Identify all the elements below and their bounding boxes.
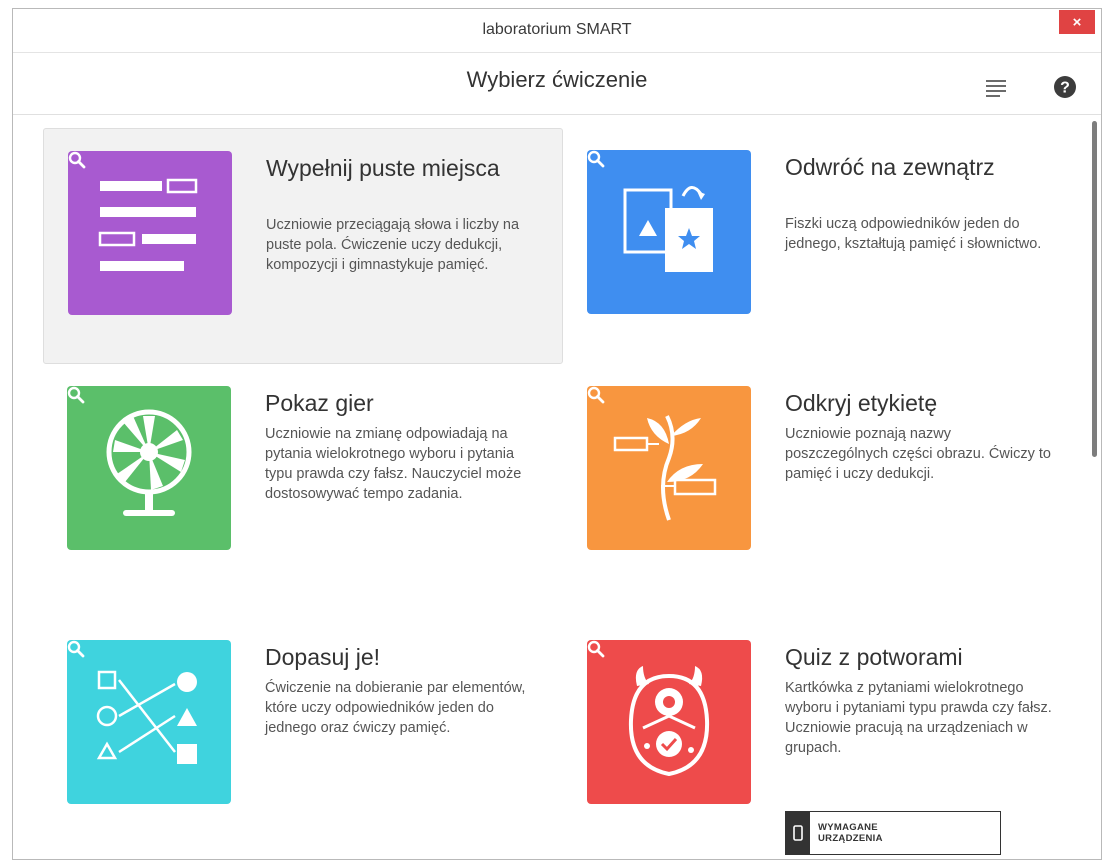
close-button[interactable]: × [1059, 10, 1095, 34]
activity-card-fill-blanks[interactable]: Wypełnij puste miejsca Uczniowie przecią… [43, 128, 563, 364]
activity-card-match[interactable]: Dopasuj je! Ćwiczenie na dobieranie par … [43, 618, 563, 854]
card-title: Odkryj etykietę [785, 390, 938, 416]
fill-blanks-icon [68, 151, 232, 315]
magnifier-icon[interactable] [68, 151, 86, 169]
page-title: Wybierz ćwiczenie [466, 67, 648, 92]
badge-text: WYMAGANE URZĄDZENIA [810, 822, 883, 844]
app-window: laboratorium SMART × Wybierz ćwiczenie ? [12, 8, 1102, 860]
page-header: Wybierz ćwiczenie ? [13, 53, 1101, 115]
monster-icon [587, 640, 751, 804]
magnifier-icon[interactable] [587, 386, 605, 404]
menu-icon[interactable] [985, 77, 1007, 99]
window-title: laboratorium SMART [482, 21, 632, 38]
device-icon [786, 812, 810, 854]
scrollbar-thumb[interactable] [1092, 121, 1097, 457]
card-description: Fiszki uczą odpowiedników jeden do jedne… [785, 216, 1042, 252]
flip-cards-icon [587, 150, 751, 314]
card-description: Uczniowie przeciągają słowa i liczby na … [266, 217, 520, 273]
activity-card-flip[interactable]: Odwróć na zewnątrz Fiszki uczą odpowiedn… [563, 128, 1083, 364]
card-title: Dopasuj je! [265, 644, 381, 670]
title-bar: laboratorium SMART × [13, 9, 1101, 53]
card-title: Quiz z potworami [785, 644, 963, 670]
devices-required-badge: WYMAGANE URZĄDZENIA [785, 811, 1001, 855]
help-icon[interactable]: ? [1053, 75, 1077, 99]
card-title: Odwróć na zewnątrz [785, 154, 995, 180]
card-title: Wypełnij puste miejsca [266, 155, 500, 181]
card-title: Pokaz gier [265, 390, 374, 416]
game-wheel-icon [67, 386, 231, 550]
match-shapes-icon [67, 640, 231, 804]
card-description: Ćwiczenie na dobieranie par elementów, k… [265, 680, 526, 736]
activity-card-game-show[interactable]: Pokaz gier Uczniowie na zmianę odpowiada… [43, 364, 563, 600]
card-description: Kartkówka z pytaniami wielokrotnego wybo… [785, 680, 1052, 756]
label-plant-icon [587, 386, 751, 550]
svg-text:?: ? [1060, 80, 1070, 97]
magnifier-icon[interactable] [67, 386, 85, 404]
magnifier-icon[interactable] [67, 640, 85, 658]
card-description: Uczniowie poznają nazwy poszczególnych c… [785, 426, 1051, 482]
activity-grid: Wypełnij puste miejsca Uczniowie przecią… [13, 116, 1083, 860]
badge-line-2: URZĄDZENIA [818, 833, 883, 844]
magnifier-icon[interactable] [587, 150, 605, 168]
badge-line-1: WYMAGANE [818, 822, 878, 833]
card-description: Uczniowie na zmianę odpowiadają na pytan… [265, 426, 522, 502]
magnifier-icon[interactable] [587, 640, 605, 658]
activity-card-monster-quiz[interactable]: Quiz z potworami Kartkówka z pytaniami w… [563, 618, 1083, 855]
activity-card-label[interactable]: Odkryj etykietę Uczniowie poznają nazwy … [563, 364, 1083, 600]
